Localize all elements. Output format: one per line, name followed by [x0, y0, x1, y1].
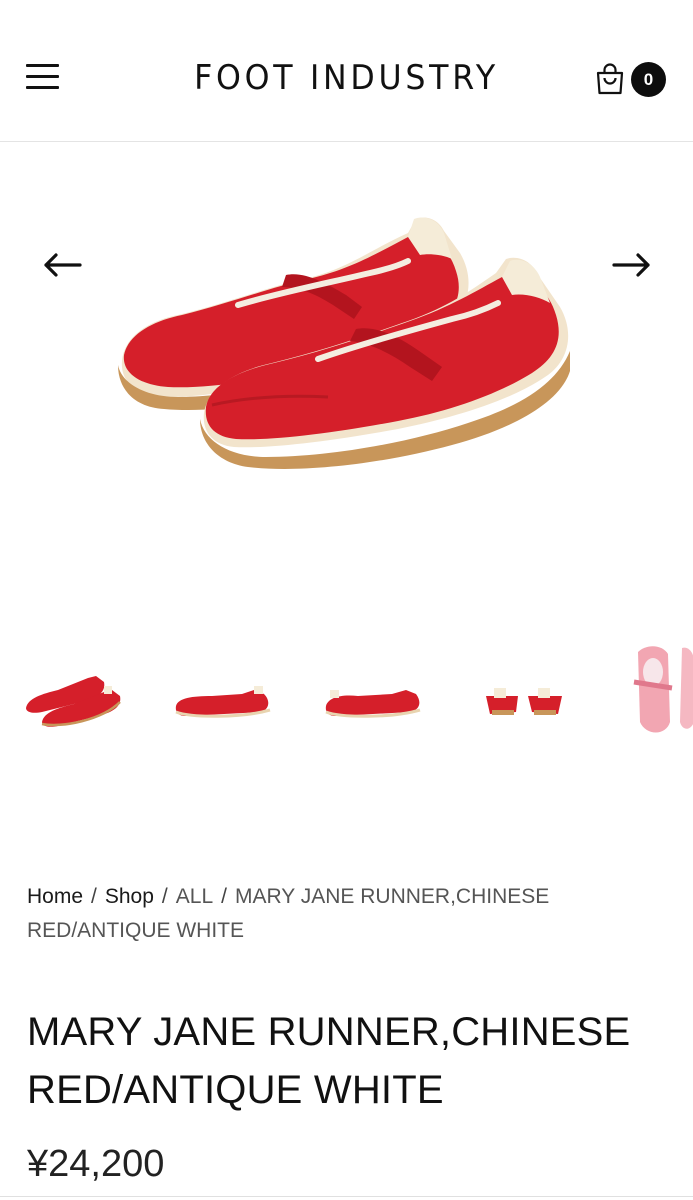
breadcrumb-separator: / [91, 885, 97, 908]
breadcrumb-separator: / [161, 885, 168, 908]
breadcrumb-home[interactable]: Home [27, 885, 83, 908]
arrow-left-icon[interactable] [38, 245, 88, 285]
breadcrumb: Home / Shop / ALL / MARY JANE RUNNER,CHINESE R… [27, 880, 627, 948]
thumbnail-strip [0, 632, 693, 752]
breadcrumb-shop[interactable]: Shop [105, 885, 154, 908]
product-title-line-1: MARY JANE RUNNER,CHINESE [27, 1010, 631, 1054]
cart-count-badge: 0 [631, 62, 666, 97]
cart-button[interactable]: 0 [594, 60, 674, 100]
thumbnail-3[interactable] [322, 632, 424, 752]
thumbnail-5[interactable] [626, 632, 693, 752]
product-title-line-2: RED/ANTIQUE WHITE [27, 1068, 444, 1112]
product-title: MARY JANE RUNNER,CHINESE RED/ANTIQUE WHI… [27, 1003, 667, 1119]
brand-logo[interactable]: FOOT INDUSTRY [24, 58, 668, 98]
divider [0, 1196, 693, 1197]
thumbnail-1[interactable] [22, 632, 128, 752]
arrow-right-icon[interactable] [606, 245, 656, 285]
breadcrumb-separator: / [221, 885, 227, 908]
thumbnail-2[interactable] [172, 632, 274, 752]
product-page: FOOT INDUSTRY 0 Home / Shop / ALL / MARY… [0, 0, 693, 1200]
main-product-image [118, 217, 570, 469]
product-price: ¥24,200 [27, 1143, 165, 1185]
product-gallery [0, 143, 693, 623]
site-header: FOOT INDUSTRY 0 [0, 0, 693, 142]
thumbnail-4[interactable] [480, 632, 568, 752]
shopping-bag-icon [596, 63, 624, 95]
breadcrumb-all[interactable]: ALL [176, 885, 213, 908]
